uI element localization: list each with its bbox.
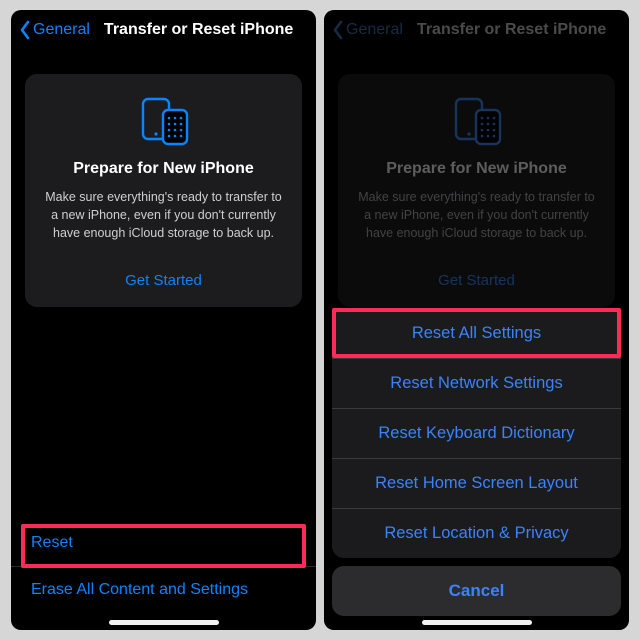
home-indicator bbox=[109, 620, 219, 625]
reset-action-sheet: Reset All Settings Reset Network Setting… bbox=[332, 308, 621, 616]
chevron-left-icon bbox=[19, 20, 31, 40]
reset-all-settings-option[interactable]: Reset All Settings bbox=[332, 308, 621, 358]
card-title: Prepare for New iPhone bbox=[39, 160, 288, 178]
nav-title: Transfer or Reset iPhone bbox=[104, 21, 293, 39]
reset-row[interactable]: Reset bbox=[11, 520, 316, 566]
phone-right: General Transfer or Reset iPhone bbox=[324, 10, 629, 630]
nav-bar: General Transfer or Reset iPhone bbox=[11, 10, 316, 50]
back-label: General bbox=[33, 21, 90, 39]
prepare-card: Prepare for New iPhone Make sure everyth… bbox=[25, 74, 302, 307]
bottom-options: Reset Erase All Content and Settings bbox=[11, 520, 316, 612]
card-body: Make sure everything's ready to transfer… bbox=[39, 188, 288, 242]
back-button[interactable]: General bbox=[19, 20, 90, 40]
reset-location-privacy-option[interactable]: Reset Location & Privacy bbox=[332, 508, 621, 558]
get-started-button[interactable]: Get Started bbox=[39, 264, 288, 293]
erase-row[interactable]: Erase All Content and Settings bbox=[11, 566, 316, 612]
reset-home-screen-option[interactable]: Reset Home Screen Layout bbox=[332, 458, 621, 508]
sheet-options-group: Reset All Settings Reset Network Setting… bbox=[332, 308, 621, 558]
phone-left: General Transfer or Reset iPhone bbox=[11, 10, 316, 630]
home-indicator bbox=[422, 620, 532, 625]
devices-icon bbox=[39, 96, 288, 146]
reset-network-option[interactable]: Reset Network Settings bbox=[332, 358, 621, 408]
reset-keyboard-option[interactable]: Reset Keyboard Dictionary bbox=[332, 408, 621, 458]
cancel-button[interactable]: Cancel bbox=[332, 566, 621, 616]
